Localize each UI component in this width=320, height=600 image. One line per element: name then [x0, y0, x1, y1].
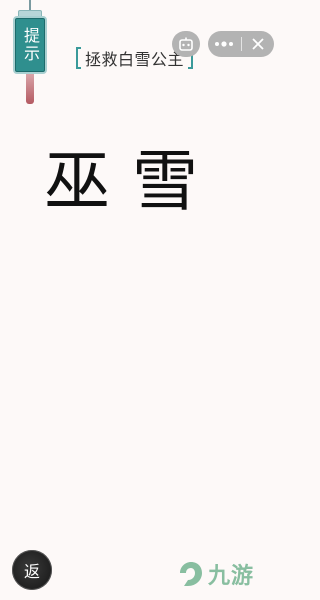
- back-label: 返: [23, 562, 40, 581]
- hint-badge[interactable]: 提示: [13, 16, 47, 74]
- hint-label: 提示: [21, 27, 40, 63]
- robot-button[interactable]: [172, 31, 200, 57]
- puzzle-characters: 巫 雪: [44, 142, 198, 222]
- more-button[interactable]: [208, 31, 241, 57]
- hint-tassel: [26, 74, 34, 104]
- robot-icon: [179, 37, 193, 51]
- close-button[interactable]: [242, 31, 275, 57]
- more-dots-icon: [215, 41, 234, 47]
- level-title-text: 拯救白雪公主: [85, 50, 185, 69]
- back-button[interactable]: 返: [12, 550, 52, 590]
- watermark: 九游: [176, 548, 281, 600]
- watermark-text: 九游: [208, 564, 255, 589]
- nine-game-logo-icon: [180, 562, 202, 586]
- close-icon: [252, 38, 264, 50]
- mini-program-capsule: [208, 31, 274, 57]
- character-xue[interactable]: 雪: [132, 142, 198, 222]
- hint-button[interactable]: 提示: [12, 0, 48, 104]
- character-wu[interactable]: 巫: [44, 142, 110, 222]
